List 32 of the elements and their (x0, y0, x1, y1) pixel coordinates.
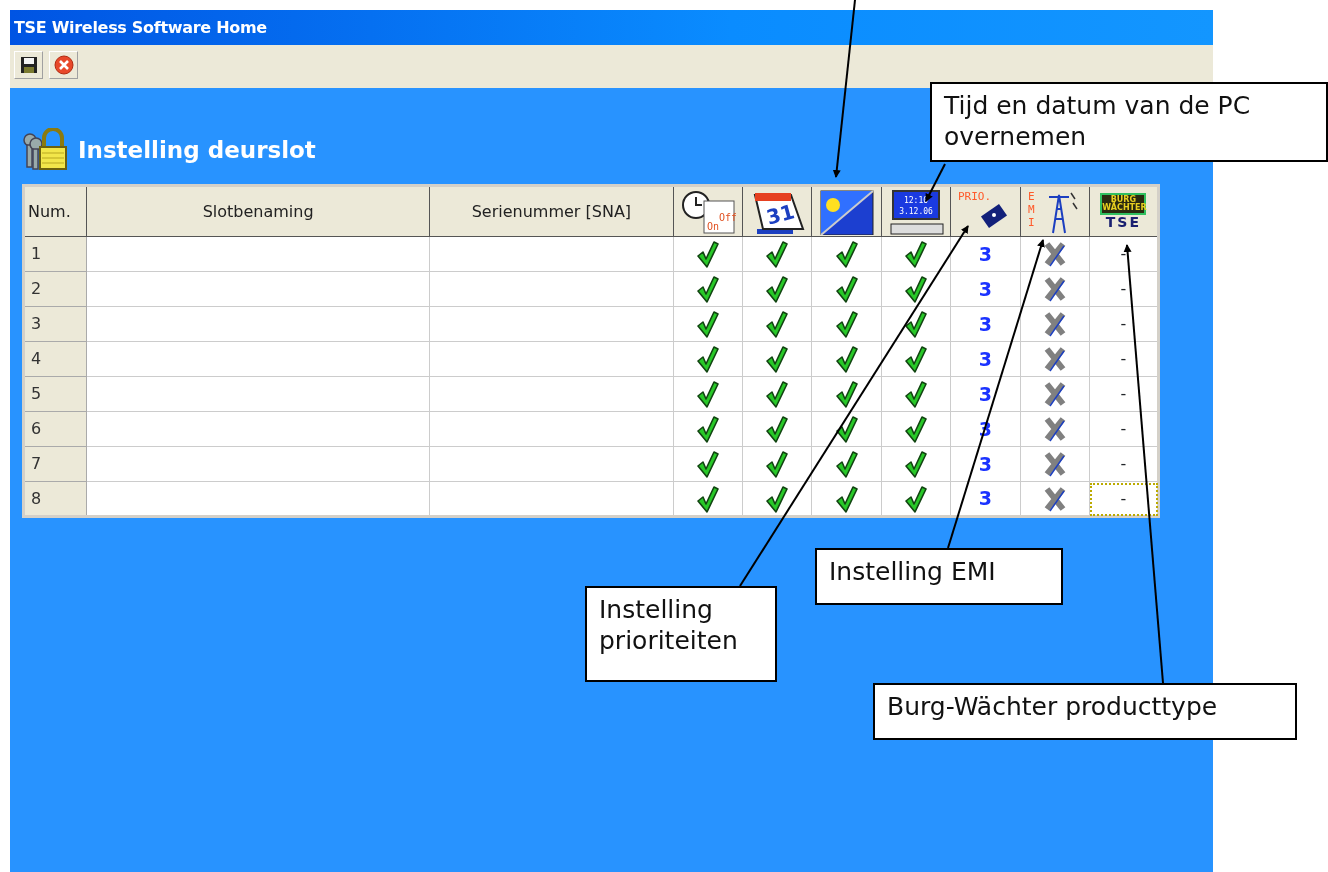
row-number: 2 (23, 271, 87, 307)
row-number: 7 (23, 446, 87, 482)
priority-value: 3 (978, 347, 993, 370)
row-number: 8 (23, 481, 87, 517)
row-number: 6 (23, 411, 87, 447)
padlock-icon (22, 128, 70, 172)
callout-box: Burg-Wächter producttype (873, 683, 1297, 740)
section-heading: Instelling deurslot (78, 135, 316, 165)
callout-box: Instelling EMI (815, 548, 1063, 605)
brand-label: TSE (1104, 214, 1142, 231)
sun-snow-icon (818, 188, 875, 235)
row-number: 4 (23, 341, 87, 377)
column-header: Slotbenaming (86, 185, 430, 237)
priority-value: 3 (978, 277, 993, 300)
column-header: Num. (23, 185, 87, 237)
callout-box: Instelling prioriteiten (585, 586, 777, 682)
row-number: 3 (23, 306, 87, 342)
priority-value: 3 (978, 487, 993, 510)
priority-value: 3 (978, 312, 993, 335)
close-icon (53, 55, 74, 75)
save-button[interactable] (14, 51, 43, 79)
column-header: Serienummer [SNA] (429, 185, 674, 237)
close-button[interactable] (49, 51, 78, 79)
priority-value: 3 (978, 452, 993, 475)
priority-value: 3 (978, 382, 993, 405)
priority-value: 3 (978, 242, 993, 265)
window-title: TSE Wireless Software Home (14, 16, 267, 39)
product-type-cell[interactable]: - (1089, 481, 1159, 517)
row-number: 5 (23, 376, 87, 412)
row-number: 1 (23, 236, 87, 272)
callout-box: Tijd en datum van de PC overnemen (930, 82, 1328, 162)
save-icon (19, 56, 38, 74)
